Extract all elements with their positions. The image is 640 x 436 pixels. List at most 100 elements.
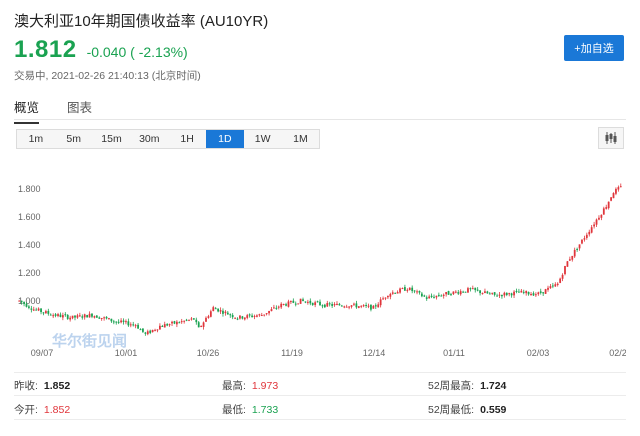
candle-body <box>236 318 239 320</box>
candle-body <box>433 296 435 298</box>
candle-body <box>226 312 229 315</box>
candle-body <box>590 227 593 233</box>
candle-body <box>306 301 309 303</box>
candle-body <box>239 315 241 319</box>
candle-body <box>91 313 93 317</box>
period-5m[interactable]: 5m <box>55 130 93 148</box>
candle-body <box>612 193 615 199</box>
candle-body <box>195 319 198 323</box>
stat-prev-close: 昨收: 1.852 <box>14 380 71 392</box>
candle-body <box>547 287 549 290</box>
candle-body <box>100 317 103 319</box>
candle-body <box>602 208 605 215</box>
candle-body <box>459 291 462 295</box>
candle-body <box>525 291 528 294</box>
candle-body <box>593 224 596 227</box>
candle-body <box>282 303 285 305</box>
candle-body <box>554 284 557 287</box>
candle-body <box>568 259 571 261</box>
candle-body <box>370 304 372 310</box>
candle-body <box>561 274 564 279</box>
candle-body <box>578 244 581 249</box>
candle-body <box>132 324 135 326</box>
x-tick-label: 02/03 <box>527 348 550 358</box>
candle-body <box>52 315 55 317</box>
candle-body <box>384 297 387 299</box>
candle-body <box>297 303 300 305</box>
candle-body <box>81 316 84 318</box>
candle-body <box>142 328 144 332</box>
candle-body <box>450 294 452 296</box>
price-change: -0.040 ( -2.13%) <box>86 44 188 60</box>
add-to-watchlist-button[interactable]: +加自选 <box>564 35 624 61</box>
candle-body <box>343 306 346 308</box>
candle-body <box>365 304 367 306</box>
period-1mo[interactable]: 1M <box>282 130 320 148</box>
candle-body <box>110 318 113 322</box>
period-30m[interactable]: 30m <box>130 130 168 148</box>
candle-body <box>35 309 38 311</box>
candle-body <box>319 301 321 306</box>
candle-body <box>488 293 491 295</box>
candle-body <box>496 295 498 297</box>
candle-body <box>484 291 486 294</box>
chart-type-button[interactable] <box>598 127 624 149</box>
price-candlestick-chart[interactable]: 1.8001.6001.4001.2001.000 09/07 10/01 10/2… <box>14 160 626 360</box>
candle-body <box>333 304 336 306</box>
candle-body <box>544 289 547 294</box>
candle-body <box>585 234 588 238</box>
candle-body <box>537 292 540 295</box>
candle-body <box>166 324 169 326</box>
candle-body <box>367 305 370 307</box>
candle-body <box>576 248 579 250</box>
candle-body <box>462 291 465 293</box>
candle-body <box>224 311 227 314</box>
candle-body <box>474 287 477 291</box>
tab-divider <box>14 119 626 120</box>
candle-body <box>394 292 397 294</box>
candle-body <box>103 317 106 319</box>
candle-body <box>93 316 96 318</box>
candle-body <box>440 295 443 297</box>
candle-body <box>581 239 583 244</box>
candle-body <box>251 315 253 317</box>
candle-body <box>551 285 554 287</box>
candle-body <box>389 293 392 297</box>
candle-body <box>328 303 331 305</box>
stat-high: 最高: 1.973 <box>222 380 279 392</box>
period-1d[interactable]: 1D <box>205 130 244 148</box>
period-1m[interactable]: 1m <box>17 130 55 148</box>
candle-body <box>382 298 384 300</box>
candle-body <box>219 310 222 312</box>
candle-body <box>42 312 45 314</box>
candle-body <box>159 325 161 330</box>
candle-body <box>486 291 489 294</box>
candle-body <box>323 304 326 308</box>
candle-body <box>387 295 389 298</box>
candle-body <box>59 314 62 317</box>
candle-body <box>66 314 69 319</box>
candle-body <box>275 307 278 309</box>
candle-body <box>403 287 406 291</box>
candle-body <box>498 294 501 296</box>
candle-body <box>144 332 147 334</box>
y-tick-label: 1.600 <box>18 212 41 222</box>
candle-body <box>571 255 574 260</box>
period-1w[interactable]: 1W <box>244 130 282 148</box>
candle-body <box>350 305 353 307</box>
candle-body <box>503 292 506 296</box>
candle-body <box>205 317 207 322</box>
period-1h[interactable]: 1H <box>168 130 206 148</box>
candle-body <box>202 322 205 327</box>
candle-body <box>425 297 428 299</box>
candle-body <box>362 305 365 307</box>
candle-body <box>573 249 576 257</box>
candle-body <box>209 311 212 317</box>
candle-body <box>549 286 552 289</box>
candle-body <box>491 292 494 294</box>
candle-body <box>605 207 608 209</box>
y-tick-label: 1.200 <box>18 268 41 278</box>
candle-body <box>430 295 433 297</box>
candle-body <box>515 290 518 292</box>
period-15m[interactable]: 15m <box>93 130 131 148</box>
